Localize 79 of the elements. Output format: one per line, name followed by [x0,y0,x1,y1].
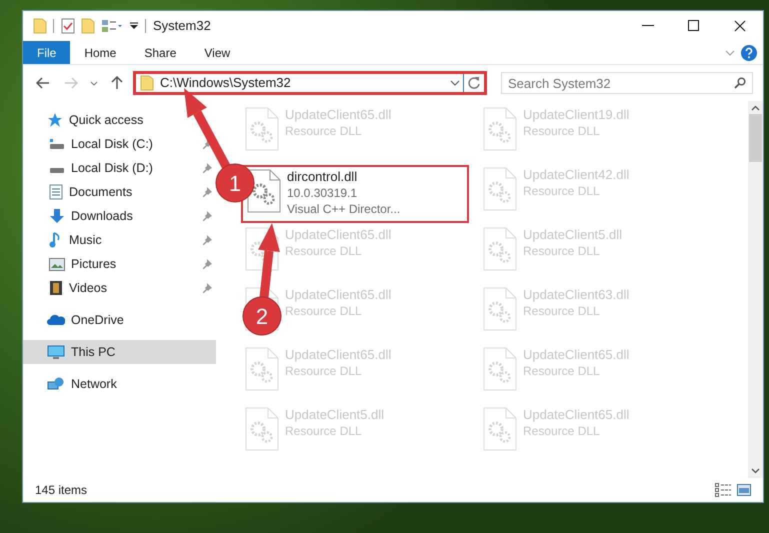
refresh-icon[interactable] [467,76,481,90]
file-gear-icon [247,169,281,213]
search-field[interactable]: Search System32 [501,72,753,94]
dropdown-icon[interactable] [450,80,460,86]
drive-icon [49,138,65,150]
file-detail: Resource DLL [285,243,363,259]
chevron-down-icon [90,80,98,86]
file-gear-icon [483,287,517,331]
sidebar-item[interactable]: Local Disk (C:) [23,132,216,156]
sidebar-item[interactable]: Documents [23,180,216,204]
search-icon [734,77,746,89]
file-detail: Resource DLL [285,363,363,379]
sidebar-item[interactable]: Pictures [23,252,216,276]
file-gear-icon [483,407,517,451]
ribbon-tab[interactable]: Share [130,41,190,64]
back-arrow-icon [36,77,50,89]
step-number-badge: 1 [216,164,254,202]
download-icon [49,208,65,224]
sidebar-item[interactable]: Videos [23,276,216,300]
monitor-icon [47,344,65,360]
sidebar-item[interactable]: Downloads [23,204,216,228]
ribbon-tab[interactable]: Home [70,41,130,64]
document-icon [49,184,63,200]
file-gear-icon [483,227,517,271]
file-gear-icon [483,167,517,211]
file-gear-icon [245,347,279,391]
film-icon [49,280,63,296]
scrollbar[interactable] [748,101,763,478]
folder-icon [140,75,154,91]
file-detail: Resource DLL [285,123,363,139]
picture-icon [49,258,65,270]
address-path: C:\Windows\System32 [160,74,291,92]
file-detail: Resource DLL [523,183,601,199]
network-icon [47,376,65,392]
sidebar-item[interactable]: Quick access [23,108,216,132]
file-detail: Resource DLL [523,303,601,319]
window-title: System32 [153,17,211,36]
minimize-icon [642,25,654,27]
expand-ribbon-icon[interactable] [725,50,735,56]
file-detail: Visual C++ Director... [287,201,400,217]
file-name[interactable]: dircontrol.dll [287,169,400,185]
cloud-icon [47,314,65,326]
scroll-down-icon[interactable] [751,467,760,475]
properties-icon[interactable] [61,18,75,34]
sidebar-item[interactable]: This PC [23,340,216,364]
file-detail: 10.0.30319.1 [287,185,358,201]
file-detail: Resource DLL [523,243,601,259]
customize-toolbar-icon[interactable] [129,21,139,31]
sidebar-item[interactable]: Music [23,228,216,252]
sidebar-item[interactable]: Local Disk (D:) [23,156,216,180]
forward-arrow-icon [64,77,78,89]
ribbon-tab[interactable]: File [23,41,70,64]
ribbon-tab[interactable]: View [190,41,244,64]
large-icons-view-icon[interactable] [737,484,751,496]
scroll-up-icon[interactable] [751,104,760,112]
file-detail: Resource DLL [523,423,601,439]
star-icon [47,112,63,128]
view-icon[interactable] [101,19,123,33]
file-gear-icon [245,407,279,451]
help-icon[interactable] [741,44,757,60]
file-detail: Resource DLL [285,303,363,319]
up-arrow-icon [111,76,123,90]
address-bar[interactable]: C:\Windows\System32 [133,71,487,95]
sidebar-item[interactable]: Network [23,372,216,396]
details-view-icon[interactable] [715,483,731,497]
file-detail: Resource DLL [523,363,601,379]
file-gear-icon [483,107,517,151]
separator-icon [53,19,55,33]
item-count: 145 items [35,482,88,499]
file-detail: Resource DLL [285,423,363,439]
scrollbar-thumb[interactable] [749,114,762,162]
separator-icon [145,19,147,33]
close-icon [734,20,746,32]
step-number-badge: 2 [242,296,282,336]
maximize-icon [688,20,700,32]
file-gear-icon [483,347,517,391]
file-gear-icon [245,107,279,151]
sidebar-item[interactable]: OneDrive [23,308,216,332]
file-detail: Resource DLL [523,123,601,139]
